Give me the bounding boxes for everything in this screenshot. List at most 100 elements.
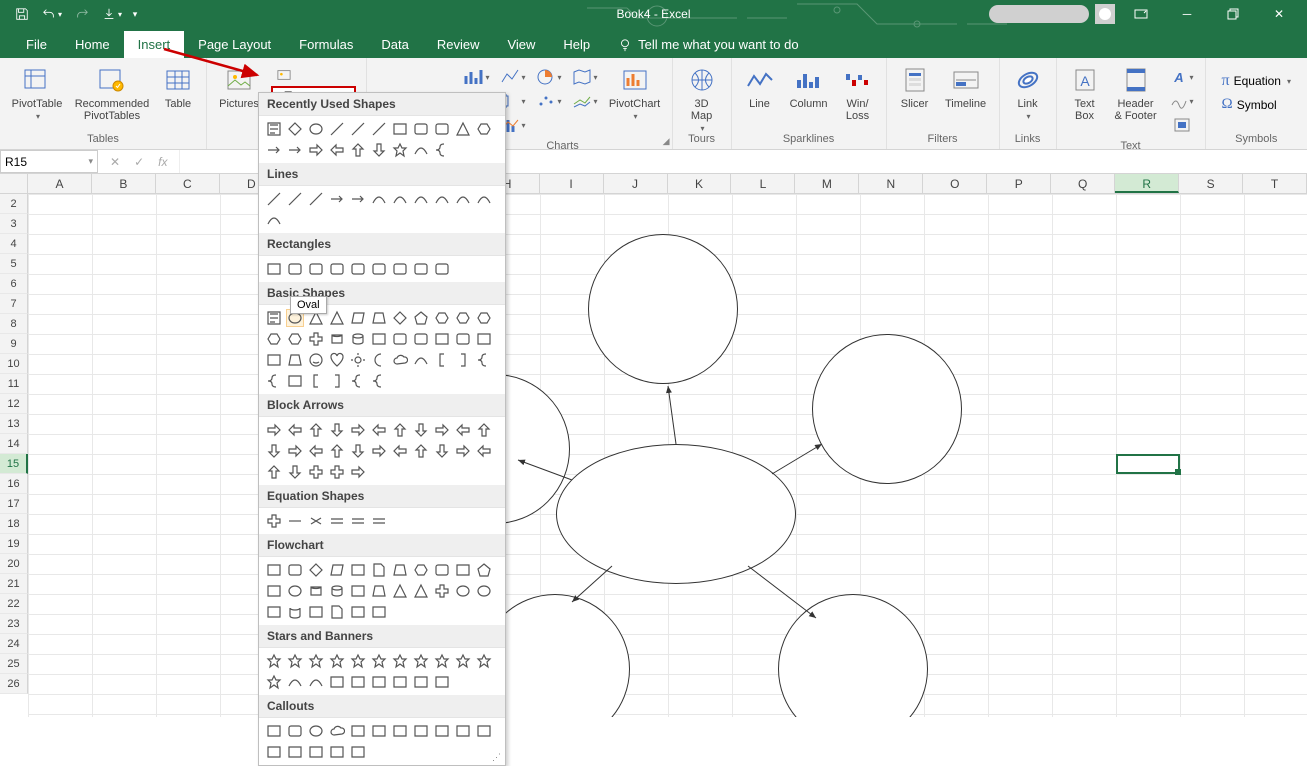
shape-item[interactable] [412,120,430,138]
shape-item[interactable] [433,309,451,327]
restore-button[interactable] [1213,2,1253,26]
shape-item[interactable] [265,351,283,369]
tab-help[interactable]: Help [549,31,604,58]
shape-item[interactable] [265,260,283,278]
shape-item[interactable] [433,351,451,369]
shape-item[interactable] [370,309,388,327]
shape-item[interactable] [370,260,388,278]
enter-formula-icon[interactable]: ✓ [128,155,150,169]
shape-item[interactable] [475,351,493,369]
shape-item[interactable] [349,330,367,348]
timeline-button[interactable]: Timeline [941,62,991,110]
tab-view[interactable]: View [493,31,549,58]
shape-item[interactable] [433,141,451,159]
col-header-C[interactable]: C [156,174,220,193]
qat-customize[interactable]: ▾ [128,2,142,26]
col-header-Q[interactable]: Q [1051,174,1115,193]
col-header-M[interactable]: M [795,174,859,193]
shape-item[interactable] [349,421,367,439]
row-header-22[interactable]: 22 [0,594,28,614]
row-header-12[interactable]: 12 [0,394,28,414]
col-header-R[interactable]: R [1115,174,1179,193]
shape-item[interactable] [475,190,493,208]
shape-item[interactable] [286,652,304,670]
shape-item[interactable] [265,442,283,460]
shape-item[interactable] [370,673,388,691]
col-header-N[interactable]: N [859,174,923,193]
tab-formulas[interactable]: Formulas [285,31,367,58]
shape-item[interactable] [475,582,493,600]
ribbon-display-options[interactable] [1121,2,1161,26]
shape-item[interactable] [412,260,430,278]
chart-column-button[interactable]: ▾ [464,66,490,88]
table-button[interactable]: Table [158,62,198,110]
shape-item[interactable] [328,603,346,621]
chart-surface-button[interactable]: ▾ [572,90,598,112]
shape-item[interactable] [328,561,346,579]
shape-item[interactable] [265,463,283,481]
col-header-P[interactable]: P [987,174,1051,193]
shape-item[interactable] [286,673,304,691]
shape-item[interactable] [475,421,493,439]
shape-item[interactable] [433,421,451,439]
shape-item[interactable] [328,330,346,348]
shape-item[interactable] [349,141,367,159]
shape-item[interactable] [307,603,325,621]
header-footer-button[interactable]: Header & Footer [1111,62,1161,122]
row-header-14[interactable]: 14 [0,434,28,454]
shape-item[interactable] [307,442,325,460]
col-header-S[interactable]: S [1179,174,1243,193]
row-header-9[interactable]: 9 [0,334,28,354]
shape-item[interactable] [370,582,388,600]
slicer-button[interactable]: Slicer [895,62,935,110]
shape-item[interactable] [286,260,304,278]
shape-item[interactable] [265,141,283,159]
shape-item[interactable] [370,141,388,159]
row-header-23[interactable]: 23 [0,614,28,634]
shape-item[interactable] [412,421,430,439]
shape-item[interactable] [433,652,451,670]
row-header-13[interactable]: 13 [0,414,28,434]
select-all-corner[interactable] [0,174,28,193]
shape-item[interactable] [349,463,367,481]
shape-item[interactable] [412,190,430,208]
shape-item[interactable] [265,652,283,670]
shape-item[interactable] [370,442,388,460]
shape-item[interactable] [307,372,325,390]
shape-item[interactable] [454,652,472,670]
wordart-button[interactable]: A▾ [1169,66,1195,88]
shape-item[interactable] [454,722,472,740]
shape-item[interactable] [328,722,346,740]
shape-item[interactable] [349,743,367,761]
shape-item[interactable] [391,561,409,579]
row-header-5[interactable]: 5 [0,254,28,274]
shape-item[interactable] [328,190,346,208]
row-header-20[interactable]: 20 [0,554,28,574]
row-header-21[interactable]: 21 [0,574,28,594]
pictures-button[interactable]: Pictures [215,62,263,110]
shape-item[interactable] [433,722,451,740]
shape-item[interactable] [412,673,430,691]
col-header-B[interactable]: B [92,174,156,193]
shape-item[interactable] [286,722,304,740]
minimize-button[interactable]: ─ [1167,2,1207,26]
shape-item[interactable] [412,582,430,600]
chart-scatter-button[interactable]: ▾ [536,90,562,112]
shape-item[interactable] [328,743,346,761]
shape-item[interactable] [265,211,283,229]
shape-item[interactable] [454,330,472,348]
menu-resize-grip[interactable]: ⋰ [492,752,501,763]
shape-item[interactable] [349,512,367,530]
recommended-pivottables-button[interactable]: Recommended PivotTables [72,62,152,122]
shape-item[interactable] [286,190,304,208]
col-header-K[interactable]: K [668,174,732,193]
shape-item[interactable] [349,442,367,460]
shape-item[interactable] [391,673,409,691]
tab-home[interactable]: Home [61,31,124,58]
shape-item[interactable] [307,722,325,740]
row-header-18[interactable]: 18 [0,514,28,534]
redo-button[interactable] [68,2,96,26]
shape-item[interactable] [391,330,409,348]
shape-item[interactable] [349,603,367,621]
shape-item[interactable] [454,421,472,439]
